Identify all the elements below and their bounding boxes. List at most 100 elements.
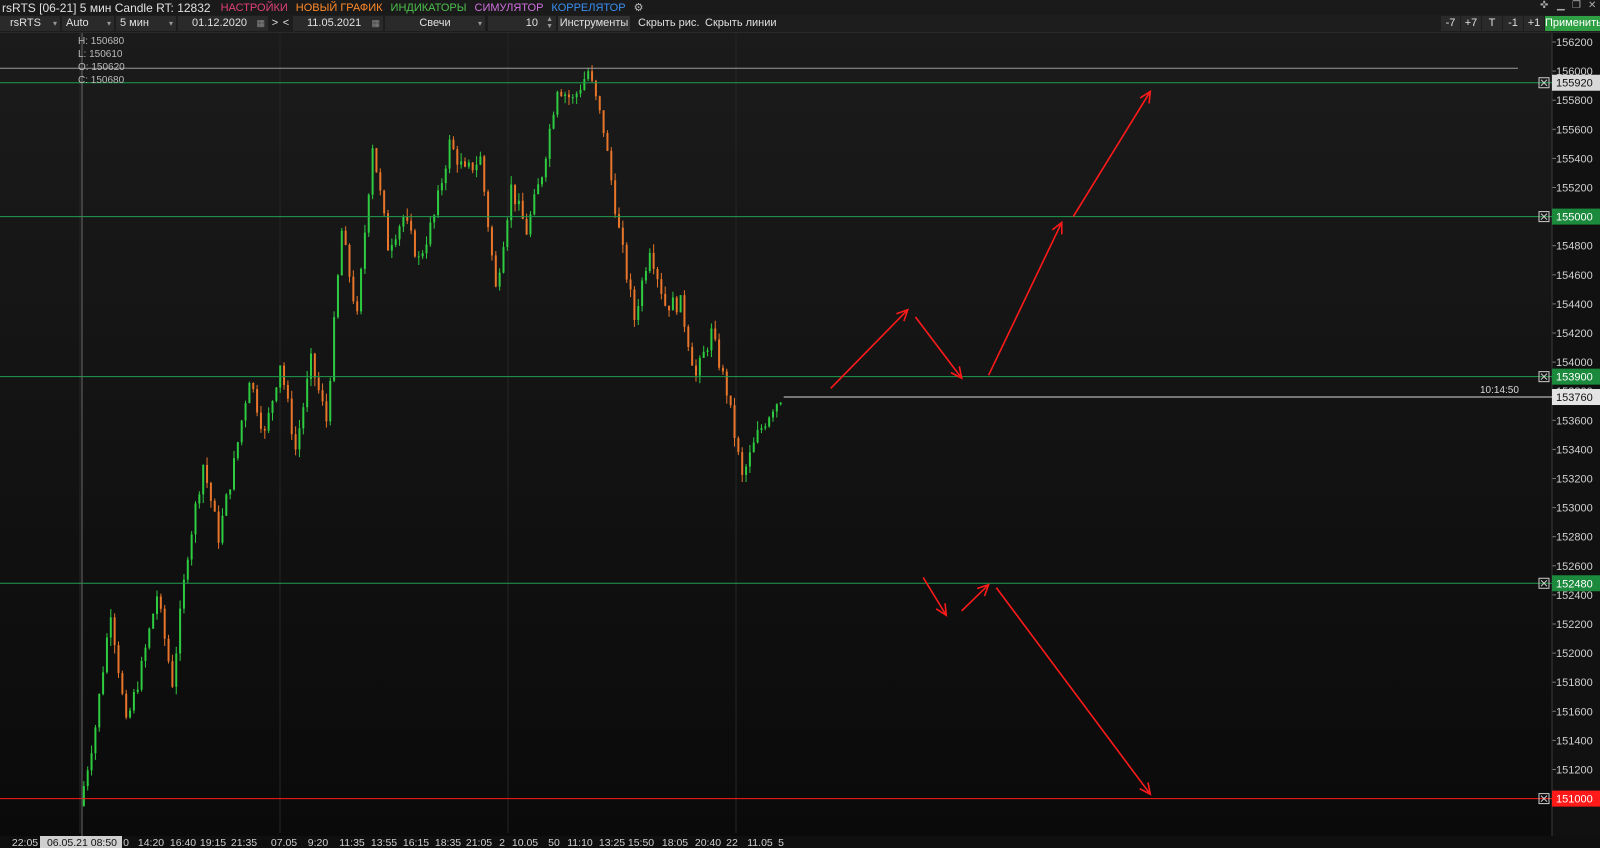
price-tick-label: 152800 — [1556, 532, 1593, 544]
zoom-minus7-button[interactable]: -7 — [1441, 16, 1460, 31]
candle-body — [668, 305, 671, 311]
zoom-t-button[interactable]: T — [1482, 16, 1502, 31]
instruments-button[interactable]: Инструменты — [558, 16, 630, 31]
candle-body — [483, 156, 486, 192]
level-price-label: 155920 — [1556, 78, 1593, 90]
stepper-arrows-icon[interactable]: ▲ ▼ — [546, 16, 553, 30]
chart-type-select[interactable]: Свечи — [385, 16, 485, 31]
nav-prev-label: < — [282, 17, 290, 29]
candle-body — [394, 239, 397, 245]
last-price-time: 10:14:50 — [1480, 385, 1519, 396]
hide-drawings-label: Скрыть рис. — [638, 17, 700, 29]
candle-body — [517, 200, 520, 205]
candle-body — [348, 244, 351, 277]
candle-body — [448, 139, 451, 169]
date-from-field[interactable]: 01.12.2020 ▦ — [178, 16, 268, 31]
time-tick-label: 9:20 — [308, 837, 329, 848]
minimize-icon[interactable]: ▁ — [1557, 0, 1565, 11]
hide-lines-button[interactable]: Скрыть линии — [705, 16, 777, 31]
nav-prev-button[interactable]: < — [281, 16, 291, 31]
price-tick-label: 155600 — [1556, 124, 1593, 136]
scale-select[interactable]: Auto — [62, 16, 114, 31]
menu-new-chart[interactable]: НОВЫЙ ГРАФИК — [296, 2, 383, 14]
candle-body — [571, 97, 574, 99]
date-to-field[interactable]: 11.05.2021 ▦ — [293, 16, 383, 31]
candle-body — [221, 515, 224, 543]
menu-settings[interactable]: НАСТРОЙКИ — [221, 2, 288, 14]
date-from-value: 01.12.2020 — [192, 17, 248, 29]
close-icon[interactable]: ✕ — [1588, 0, 1596, 11]
menu-indicators[interactable]: ИНДИКАТОРЫ — [391, 2, 467, 14]
candle-body — [82, 786, 85, 806]
candle-body — [633, 289, 636, 320]
restore-icon[interactable]: ❐ — [1572, 0, 1581, 11]
candle-body — [479, 156, 482, 165]
candle-body — [340, 230, 343, 276]
candle-body — [121, 673, 124, 694]
apply-button[interactable]: Применить — [1545, 16, 1600, 31]
candle-body — [298, 428, 301, 450]
candle-body — [695, 365, 697, 376]
candle-body — [702, 351, 705, 358]
candle-body — [294, 434, 297, 450]
zoom-minus1-button[interactable]: -1 — [1503, 16, 1523, 31]
price-tick-label: 154200 — [1556, 328, 1593, 340]
time-tick-label: 2 — [499, 837, 505, 848]
candle-body — [398, 226, 401, 240]
candle-body — [406, 216, 409, 221]
candle-body — [714, 328, 717, 340]
hide-drawings-button[interactable]: Скрыть рис. — [638, 16, 700, 31]
candle-body — [363, 232, 366, 270]
candle-body — [352, 276, 355, 302]
candle-body — [729, 395, 732, 406]
symbol-select[interactable]: rsRTS — [0, 16, 60, 31]
count-stepper[interactable]: 10 ▲ ▼ — [488, 16, 556, 31]
candle-body — [379, 172, 382, 191]
calendar-icon[interactable]: ▦ — [256, 16, 265, 31]
time-tick-label: 11:35 — [339, 837, 365, 848]
candle-body — [487, 191, 490, 228]
candle-body — [302, 407, 305, 429]
time-tick-label: 11.05 — [747, 837, 773, 848]
candle-body — [556, 91, 559, 115]
price-chart[interactable]: 1562001560001558001556001554001552001550… — [0, 33, 1600, 848]
timeframe-select[interactable]: 5 мин — [116, 16, 176, 31]
calendar-icon[interactable]: ▦ — [371, 16, 380, 31]
price-tick-label: 155800 — [1556, 95, 1593, 107]
zoom-plus1-label: +1 — [1527, 17, 1541, 29]
ohlc-high: H: 150680 — [78, 36, 125, 47]
scale-value: Auto — [66, 17, 89, 29]
time-tick-label: 16:15 — [403, 837, 429, 848]
apply-label: Применить — [1545, 17, 1600, 29]
zoom-plus7-label: +7 — [1464, 17, 1478, 29]
ohlc-open: O: 150620 — [78, 62, 125, 73]
zoom-plus1-button[interactable]: +1 — [1524, 16, 1544, 31]
menu-correlator[interactable]: КОРРЕЛЯТОР — [551, 2, 625, 14]
candle-body — [621, 227, 624, 245]
pin-icon[interactable]: ✜ — [1540, 0, 1548, 11]
candle-body — [290, 398, 293, 435]
candle-body — [467, 162, 470, 167]
price-tick-label: 152400 — [1556, 590, 1593, 602]
gears-icon[interactable]: ⚙ — [634, 1, 644, 14]
zoom-plus7-button[interactable]: +7 — [1461, 16, 1481, 31]
candle-body — [764, 426, 767, 429]
candle-body — [533, 194, 536, 215]
candle-body — [456, 149, 459, 165]
candle-body — [721, 367, 724, 372]
candle-body — [233, 458, 235, 490]
price-tick-label: 154000 — [1556, 357, 1593, 369]
candle-body — [656, 268, 659, 280]
price-tick-label: 151400 — [1556, 735, 1593, 747]
candle-body — [548, 128, 551, 159]
nav-next-button[interactable]: > — [270, 16, 280, 31]
candle-body — [202, 464, 205, 495]
candle-body — [94, 727, 97, 754]
candle-body — [745, 466, 748, 475]
time-tick-label: 18:35 — [435, 837, 461, 848]
candle-body — [506, 220, 509, 248]
candle-body — [402, 216, 405, 227]
menu-simulator[interactable]: СИМУЛЯТОР — [475, 2, 544, 14]
candle-body — [606, 133, 609, 151]
candle-body — [117, 645, 120, 674]
